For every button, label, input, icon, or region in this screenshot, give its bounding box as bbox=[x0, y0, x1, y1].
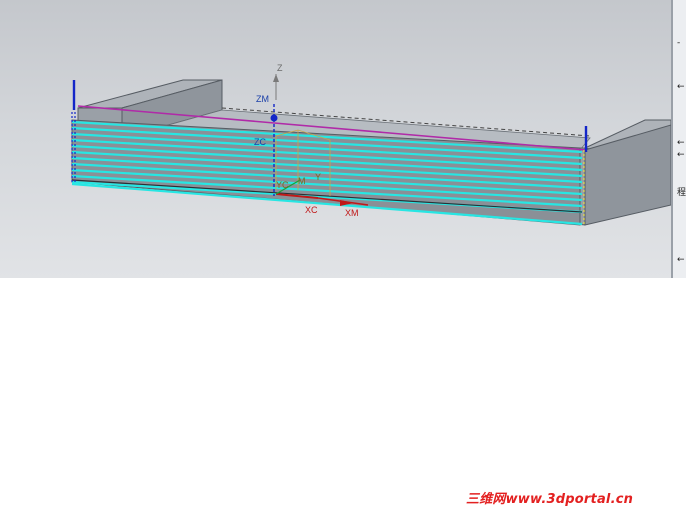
center-tool-tip bbox=[270, 114, 278, 122]
part-3d-view bbox=[71, 74, 671, 226]
side-panel-glyph-3[interactable]: ← bbox=[677, 138, 685, 148]
graphics-viewport[interactable]: Z ZM ZC YC M Y XC XM bbox=[0, 0, 671, 278]
axis-label-zm: ZM bbox=[256, 94, 269, 104]
axis-label-z: Z bbox=[277, 63, 283, 73]
axis-label-xm: XM bbox=[345, 208, 359, 218]
side-panel-glyph-1[interactable]: - bbox=[677, 38, 680, 48]
side-panel[interactable]: - ← ← ← 程 ← bbox=[671, 0, 686, 278]
axis-label-m: M bbox=[298, 176, 306, 186]
watermark-text: 三维网www.3dportal.cn bbox=[466, 492, 634, 507]
side-panel-glyph-4[interactable]: ← bbox=[677, 150, 685, 160]
axis-label-y: Y bbox=[315, 172, 322, 182]
axis-label-zc: ZC bbox=[254, 137, 266, 147]
side-panel-glyph-5[interactable]: 程 bbox=[677, 188, 686, 198]
wcs-z-arrow bbox=[273, 74, 279, 82]
side-panel-glyph-2[interactable]: ← bbox=[677, 82, 685, 92]
right-block-front bbox=[584, 124, 671, 226]
axis-label-yc: YC bbox=[276, 180, 289, 190]
axis-label-xc: XC bbox=[305, 205, 318, 215]
side-panel-glyph-6[interactable]: ← bbox=[677, 255, 685, 265]
